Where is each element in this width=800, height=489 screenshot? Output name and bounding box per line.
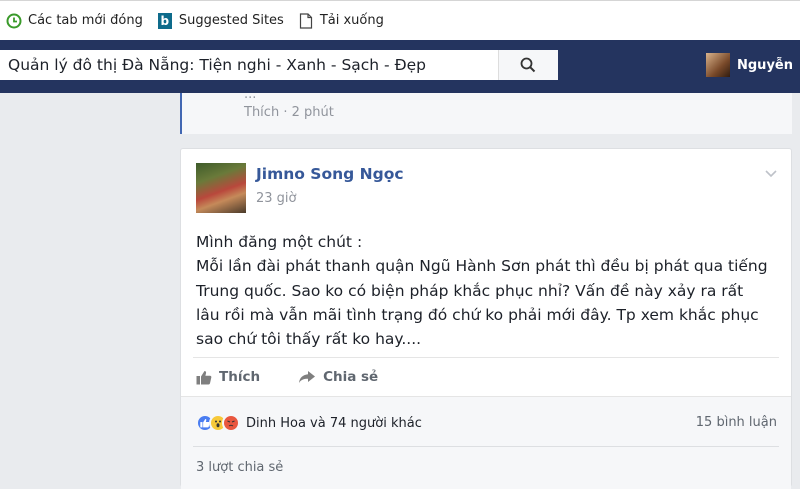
post-text: Mình đăng một chút : Mỗi lần đài phát th… [196,230,781,351]
divider [193,357,779,358]
bookmarks-bar: Các tab mới đóng b Suggested Sites Tải x… [0,0,800,40]
reactions-label: Dinh Hoa và 74 người khác [246,415,422,431]
search-button[interactable] [497,50,558,80]
file-icon [298,12,314,29]
post-text-line: Mỗi lần đài phát thanh quận Ngũ Hành Sơn… [196,257,768,276]
author-avatar[interactable] [196,163,246,213]
bookmark-label: Suggested Sites [178,13,284,28]
comment-like-link[interactable]: Thích [244,105,279,120]
author-name[interactable]: Jimno Song Ngọc [256,165,404,183]
share-button[interactable]: Chia sẻ [298,369,378,385]
thumbs-up-icon [196,370,212,384]
comment-time: 2 phút [291,105,334,120]
share-label: Chia sẻ [323,369,379,385]
post-text-line: sao chứ tôi thấy rất ko hay.... [196,330,422,349]
post-actions: Thích Chia sẻ [196,369,416,385]
post-text-line: Mình đăng một chút : [196,233,363,251]
user-name: Nguyễn [737,57,793,73]
shares-count[interactable]: 3 lượt chia sẻ [196,460,283,475]
angry-reaction-icon [222,414,240,432]
post-text-line: lâu rồi mà vẫn mãi tình trạng đó chứ ko … [196,305,759,324]
chevron-down-icon [765,170,777,178]
comments-count[interactable]: 15 bình luận [696,415,777,430]
post-text-line: Trung quốc. Sao ko có biện pháp khắc phụ… [196,281,744,300]
previous-comment: ... Thích · 2 phút [180,87,792,134]
bookmark-label: Các tab mới đóng [28,13,143,28]
divider [193,446,779,447]
bookmark-downloads[interactable]: Tải xuống [298,12,384,29]
bookmark-suggested-sites[interactable]: b Suggested Sites [157,12,284,29]
bing-icon: b [157,12,173,29]
search-box: Quản lý đô thị Đà Nẵng: Tiện nghi - Xanh… [0,50,558,80]
search-icon [521,57,536,73]
post-options-button[interactable] [765,163,777,182]
post-time[interactable]: 23 giờ [256,191,297,206]
profile-link[interactable]: Nguyễn [706,53,793,77]
like-button[interactable]: Thích [196,369,260,385]
reactions-summary[interactable]: Dinh Hoa và 74 người khác [196,414,422,432]
post-card: Jimno Song Ngọc 23 giờ Mình đăng một chú… [180,148,792,489]
comment-text-partial: ... [244,87,257,102]
search-input[interactable]: Quản lý đô thị Đà Nẵng: Tiện nghi - Xanh… [0,56,498,74]
separator-dot: · [283,105,292,120]
bookmark-recent-tabs[interactable]: Các tab mới đóng [6,13,143,29]
history-icon [6,13,22,29]
like-label: Thích [219,369,261,385]
comment-meta: Thích · 2 phút [244,105,334,120]
post-footer: Dinh Hoa và 74 người khác 15 bình luận 3… [181,396,791,489]
avatar [706,53,730,77]
bookmark-label: Tải xuống [319,13,384,28]
top-navigation-bar: Quản lý đô thị Đà Nẵng: Tiện nghi - Xanh… [0,40,800,93]
share-arrow-icon [299,371,316,383]
